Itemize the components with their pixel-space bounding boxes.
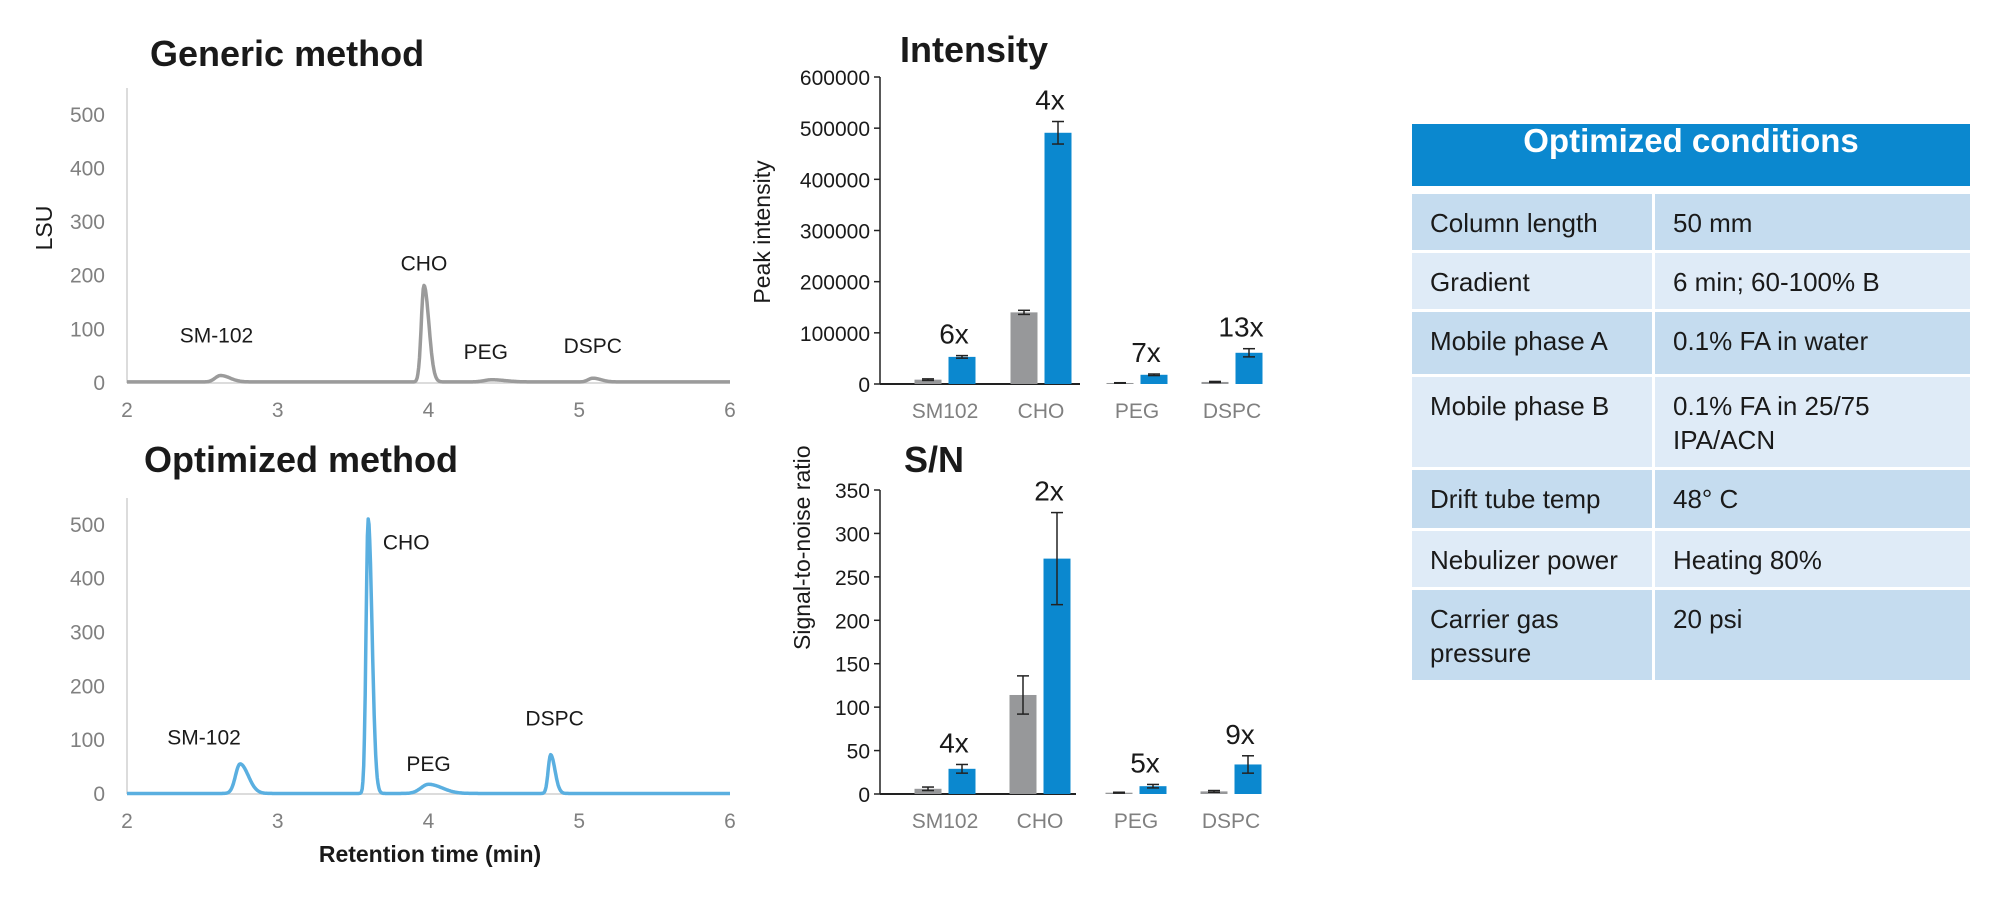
condition-key: Mobile phase B <box>1412 377 1652 467</box>
category-label: PEG <box>1114 810 1158 833</box>
condition-key: Mobile phase A <box>1412 312 1652 374</box>
table-row: Drift tube temp 48° C <box>1412 470 1970 528</box>
generic-method-title: Generic method <box>150 33 424 74</box>
condition-key: Carrier gas pressure <box>1412 590 1652 680</box>
generic-method-chart: Generic method LSU 0 100 200 300 400 500 2 3 4 5 6… <box>31 33 736 422</box>
peak-label: PEG <box>464 341 508 364</box>
y-tick-label: 100 <box>835 697 870 720</box>
category-label: SM102 <box>912 400 979 423</box>
condition-key: Gradient <box>1412 253 1652 309</box>
lsu-axis-title: LSU <box>31 206 57 251</box>
fold-change-label: 2x <box>1034 476 1064 507</box>
y-tick-label: 0 <box>93 372 105 395</box>
y-tick-label: 0 <box>858 374 870 397</box>
x-tick-label: 3 <box>272 399 284 422</box>
intensity-title: Intensity <box>900 29 1048 70</box>
x-tick-label: 4 <box>423 810 435 833</box>
peak-label: SM-102 <box>180 325 254 348</box>
table-row: Carrier gas pressure 20 psi <box>1412 590 1970 680</box>
y-tick-label: 50 <box>847 741 870 764</box>
condition-value: Heating 80% <box>1655 531 1970 587</box>
table-row: Mobile phase A 0.1% FA in water <box>1412 312 1970 374</box>
category-label: PEG <box>1115 400 1159 423</box>
optimized-conditions-table: Optimized conditions Column length 50 mm … <box>1409 121 1973 683</box>
x-tick-label: 2 <box>121 399 133 422</box>
table-title: Optimized conditions <box>1412 124 1970 186</box>
x-tick-label: 6 <box>724 810 736 833</box>
condition-key: Nebulizer power <box>1412 531 1652 587</box>
fold-change-label: 4x <box>939 727 969 758</box>
table-row: Mobile phase B 0.1% FA in 25/75 IPA/ACN <box>1412 377 1970 467</box>
y-tick-label: 200 <box>70 265 105 288</box>
x-tick-label: 4 <box>423 399 435 422</box>
fold-change-label: 7x <box>1131 337 1161 368</box>
y-tick-label: 400 <box>70 157 105 180</box>
peak-label: CHO <box>383 532 430 555</box>
y-tick-label: 600000 <box>800 67 870 90</box>
y-tick-label: 300000 <box>800 221 870 244</box>
fold-change-label: 5x <box>1130 747 1160 778</box>
y-tick-label: 500 <box>70 514 105 537</box>
y-tick-label: 400000 <box>800 169 870 192</box>
sn-chart: S/N Signal-to-noise ratio 0 50 100 150 200 25… <box>789 439 1262 833</box>
y-tick-label: 400 <box>70 568 105 591</box>
peak-label: CHO <box>401 252 448 275</box>
peak-label: SM-102 <box>167 726 241 749</box>
condition-value: 6 min; 60-100% B <box>1655 253 1970 309</box>
peak-intensity-axis-title: Peak intensity <box>749 160 775 304</box>
x-tick-label: 5 <box>573 399 585 422</box>
y-tick-label: 500 <box>70 104 105 127</box>
y-tick-label: 300 <box>835 523 870 546</box>
y-tick-label: 500000 <box>800 118 870 141</box>
y-tick-label: 100 <box>70 729 105 752</box>
y-tick-label: 250 <box>835 567 870 590</box>
fold-change-label: 6x <box>939 319 969 350</box>
y-tick-label: 200 <box>70 675 105 698</box>
fold-change-label: 4x <box>1035 85 1065 116</box>
y-tick-label: 0 <box>93 783 105 806</box>
condition-value: 0.1% FA in water <box>1655 312 1970 374</box>
x-tick-label: 6 <box>724 399 736 422</box>
y-tick-label: 100 <box>70 318 105 341</box>
optimized-method-title: Optimized method <box>144 439 458 480</box>
peak-label: DSPC <box>525 707 583 730</box>
y-tick-label: 100000 <box>800 323 870 346</box>
peak-label: PEG <box>406 753 450 776</box>
condition-key: Column length <box>1412 194 1652 250</box>
category-label: CHO <box>1017 810 1064 833</box>
condition-key: Drift tube temp <box>1412 470 1652 528</box>
table-row: Gradient 6 min; 60-100% B <box>1412 253 1970 309</box>
y-tick-label: 200 <box>835 610 870 633</box>
y-tick-label: 200000 <box>800 272 870 295</box>
condition-value: 0.1% FA in 25/75 IPA/ACN <box>1655 377 1970 467</box>
optimized-method-chart: Optimized method Retention time (min) 0 1… <box>70 439 736 867</box>
table-row: Nebulizer power Heating 80% <box>1412 531 1970 587</box>
x-tick-label: 2 <box>121 810 133 833</box>
category-label: DSPC <box>1203 400 1261 423</box>
bar-optimized <box>948 356 976 384</box>
table-row: Column length 50 mm <box>1412 194 1970 250</box>
y-tick-label: 350 <box>835 480 870 503</box>
fold-change-label: 9x <box>1225 719 1255 750</box>
signal-to-noise-axis-title: Signal-to-noise ratio <box>789 445 815 650</box>
sn-title: S/N <box>904 439 964 480</box>
category-label: DSPC <box>1202 810 1260 833</box>
y-tick-label: 300 <box>70 622 105 645</box>
bar-generic <box>1010 312 1038 384</box>
intensity-chart: Intensity Peak intensity 0 100000 200000 30… <box>749 29 1264 423</box>
retention-time-axis-title: Retention time (min) <box>319 841 541 867</box>
condition-value: 50 mm <box>1655 194 1970 250</box>
condition-value: 20 psi <box>1655 590 1970 680</box>
x-tick-label: 3 <box>272 810 284 833</box>
fold-change-label: 13x <box>1218 312 1263 343</box>
category-label: CHO <box>1018 400 1065 423</box>
x-tick-label: 5 <box>573 810 585 833</box>
y-tick-label: 0 <box>858 784 870 807</box>
category-label: SM102 <box>912 810 979 833</box>
peak-label: DSPC <box>564 335 622 358</box>
y-tick-label: 300 <box>70 211 105 234</box>
condition-value: 48° C <box>1655 470 1970 528</box>
bar-optimized <box>1044 132 1072 384</box>
y-tick-label: 150 <box>835 654 870 677</box>
